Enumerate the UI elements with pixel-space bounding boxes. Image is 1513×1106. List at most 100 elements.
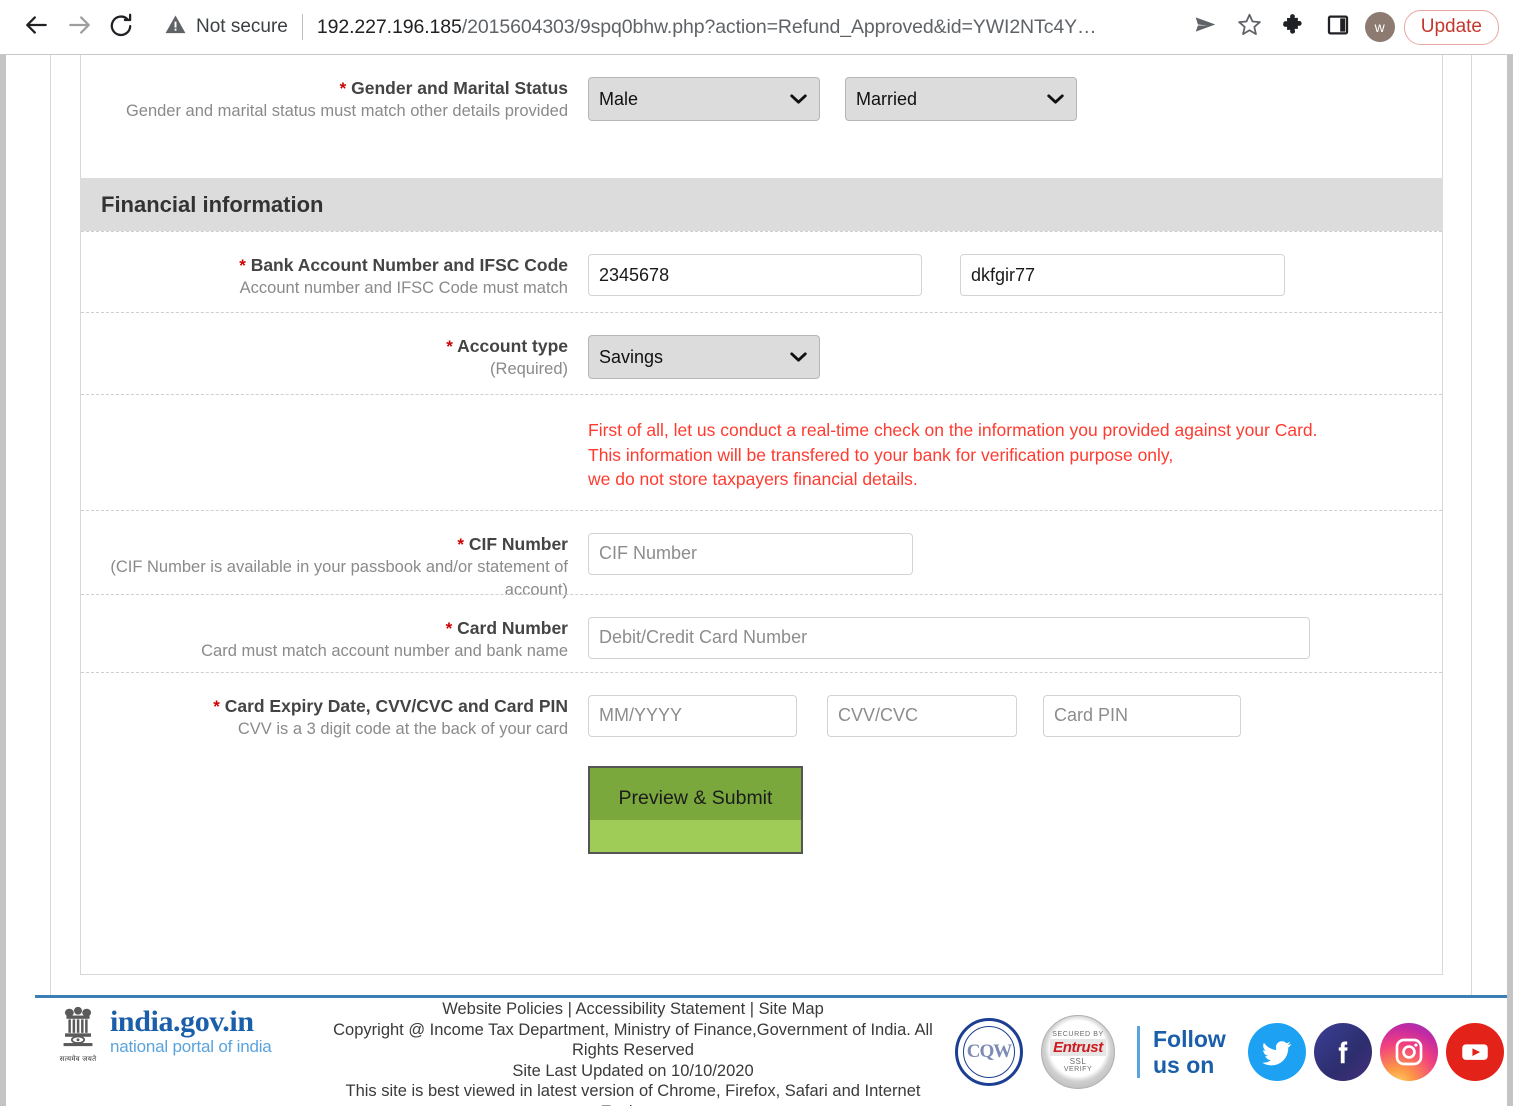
follow-divider xyxy=(1137,1026,1140,1078)
ifsc-code-input[interactable] xyxy=(960,254,1285,296)
site-security-indicator[interactable]: Not secure xyxy=(164,13,288,41)
label-gender-marital-subtitle: Gender and marital status must match oth… xyxy=(125,102,568,120)
label-account-type-subtitle: (Required) xyxy=(490,360,568,378)
youtube-icon[interactable] xyxy=(1445,1023,1504,1081)
update-button[interactable]: Update xyxy=(1403,9,1499,45)
india-gov-sub-text: national portal of india xyxy=(110,1037,272,1056)
extensions-button[interactable] xyxy=(1272,6,1316,48)
page-content: * Gender and Marital Status Gender and m… xyxy=(0,55,1513,1106)
form-row-bank-account: * Bank Account Number and IFSC Code Acco… xyxy=(81,231,1442,312)
reload-button[interactable] xyxy=(100,6,142,48)
footer-links-line[interactable]: Website Policies | Accessibility Stateme… xyxy=(323,999,943,1020)
label-bank-account-title: * Bank Account Number and IFSC Code xyxy=(239,255,568,275)
form-row-gender-marital: * Gender and Marital Status Gender and m… xyxy=(81,55,1442,178)
bank-account-number-input[interactable] xyxy=(588,254,922,296)
side-panel-button[interactable] xyxy=(1316,6,1360,48)
not-secure-label: Not secure xyxy=(196,16,288,37)
gender-select-value: Male xyxy=(599,88,639,109)
follow-line-1: Follow xyxy=(1153,1026,1226,1052)
label-account-type-title: * Account type xyxy=(446,336,568,356)
required-marker: * xyxy=(446,337,453,356)
entrust-top-text: SECURED BY xyxy=(1052,1031,1104,1038)
label-card-number-subtitle: Card must match account number and bank … xyxy=(201,641,568,660)
twitter-icon[interactable] xyxy=(1247,1023,1306,1081)
form-row-account-type: * Account type (Required) Savings xyxy=(81,312,1442,394)
national-emblem-icon: सत्यमेव जयते xyxy=(57,1004,99,1064)
card-cvv-input[interactable] xyxy=(827,694,1017,737)
reload-icon xyxy=(108,12,134,43)
browser-toolbar: Not secure 192.227.196.185/2015604303/9s… xyxy=(0,0,1513,55)
label-bank-account-subtitle: Account number and IFSC Code must match xyxy=(239,279,568,297)
forward-button[interactable] xyxy=(58,6,100,48)
required-marker: * xyxy=(445,618,453,638)
url-divider xyxy=(301,14,303,40)
required-marker: * xyxy=(339,79,347,98)
verification-notice-text: First of all, let us conduct a real-time… xyxy=(588,420,1318,489)
financial-rows: * Bank Account Number and IFSC Code Acco… xyxy=(81,231,1442,892)
url-host: 192.227.196.185 xyxy=(316,15,462,38)
india-gov-main-text: india.gov.in xyxy=(110,1005,254,1038)
star-icon xyxy=(1237,12,1262,42)
bookmark-button[interactable] xyxy=(1228,6,1272,48)
preview-and-submit-button[interactable]: Preview & Submit xyxy=(588,765,803,854)
arrow-left-icon xyxy=(24,12,50,43)
label-cif-number: * CIF Number (CIF Number is available in… xyxy=(81,533,568,602)
label-card-number-title: * Card Number xyxy=(445,617,568,638)
entrust-ssl-seal[interactable]: SECURED BY Entrust SSL VERIFY xyxy=(1041,1015,1115,1089)
label-bank-account: * Bank Account Number and IFSC Code Acco… xyxy=(81,254,568,300)
social-icon-group xyxy=(1240,1023,1504,1081)
label-card-expiry: * Card Expiry Date, CVV/CVC and Card PIN… xyxy=(81,695,568,741)
instagram-icon[interactable] xyxy=(1379,1023,1438,1081)
side-panel-icon xyxy=(1326,13,1350,42)
required-marker: * xyxy=(213,696,220,716)
entrust-ssl-text: SSL xyxy=(1069,1057,1087,1066)
back-button[interactable] xyxy=(16,6,58,48)
field-submit: Preview & Submit xyxy=(568,765,1442,854)
india-gov-wordmark: india.gov.in national portal of india xyxy=(110,1007,272,1064)
footer-text-block: Website Policies | Accessibility Stateme… xyxy=(323,999,943,1106)
profile-avatar[interactable]: w xyxy=(1364,12,1395,42)
share-icon xyxy=(1193,12,1218,42)
form-row-card-number: * Card Number Card must match account nu… xyxy=(81,593,1442,672)
address-bar-url[interactable]: 192.227.196.185/2015604303/9spq0bhw.php?… xyxy=(317,16,1184,39)
form-row-cif-number: * CIF Number (CIF Number is available in… xyxy=(81,509,1442,599)
label-gender-marital: * Gender and Marital Status Gender and m… xyxy=(81,77,568,123)
cqw-certification-badge: CQW xyxy=(955,1018,1023,1086)
cqw-label: CQW xyxy=(963,1026,1015,1078)
toolbar-icon-group: w Update xyxy=(1184,6,1505,48)
footer-browser-line: This site is best viewed in latest versi… xyxy=(345,1082,921,1106)
chevron-down-icon xyxy=(790,94,807,105)
label-card-number: * Card Number Card must match account nu… xyxy=(81,617,568,663)
entrust-brand-text: Entrust xyxy=(1050,1039,1106,1056)
label-gender-marital-title: * Gender and Marital Status xyxy=(339,78,568,98)
card-number-input[interactable] xyxy=(588,616,1310,659)
form-row-card-expiry-cvv-pin: * Card Expiry Date, CVV/CVC and Card PIN… xyxy=(81,671,1442,747)
share-button[interactable] xyxy=(1184,6,1228,48)
footer-updated-line: Site Last Updated on 10/10/2020 xyxy=(512,1061,754,1080)
card-expiry-input[interactable] xyxy=(588,694,797,737)
chevron-down-icon xyxy=(790,352,807,363)
account-type-select[interactable]: Savings xyxy=(588,335,820,379)
gender-select[interactable]: Male xyxy=(588,77,820,121)
form-row-submit: Preview & Submit xyxy=(81,747,1442,892)
marital-status-select-value: Married xyxy=(856,88,918,109)
emblem-caption: सत्यमेव जयते xyxy=(59,1056,97,1063)
form-row-verification-notice: First of all, let us conduct a real-time… xyxy=(81,394,1442,510)
marital-status-select[interactable]: Married xyxy=(845,77,1077,121)
label-card-expiry-title: * Card Expiry Date, CVV/CVC and Card PIN xyxy=(213,695,568,716)
label-card-expiry-subtitle: CVV is a 3 digit code at the back of you… xyxy=(237,719,568,738)
label-cif-number-title: * CIF Number xyxy=(457,533,568,554)
facebook-icon[interactable] xyxy=(1313,1023,1372,1081)
field-bank-account xyxy=(568,254,1442,296)
chevron-down-icon xyxy=(1047,94,1064,105)
field-notice: First of all, let us conduct a real-time… xyxy=(568,418,1442,492)
cif-number-input[interactable] xyxy=(588,532,913,575)
card-pin-input[interactable] xyxy=(1043,694,1241,737)
section-header-label: Financial information xyxy=(101,191,324,217)
site-footer: सत्यमेव जयते india.gov.in national porta… xyxy=(35,995,1507,1106)
left-gutter xyxy=(0,55,6,1106)
label-account-type: * Account type (Required) xyxy=(81,335,568,381)
india-gov-logo[interactable]: सत्यमेव जयते india.gov.in national porta… xyxy=(57,1004,272,1064)
warning-triangle-icon xyxy=(164,13,187,41)
footer-copyright-line: Copyright @ Income Tax Department, Minis… xyxy=(333,1020,933,1060)
